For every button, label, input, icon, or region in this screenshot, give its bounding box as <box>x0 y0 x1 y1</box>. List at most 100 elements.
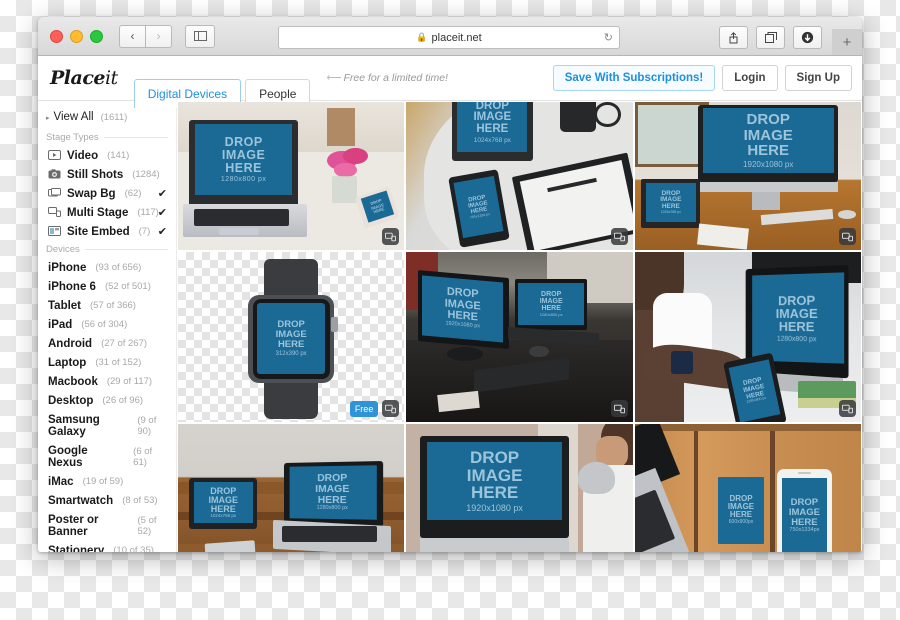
size-label: 1920x1080 px <box>466 502 523 513</box>
size-label: 1024x768 px <box>210 513 237 519</box>
browser-titlebar: ‹ › 🔒 placeit.net ↻ + <box>38 17 862 56</box>
show-tabs-button[interactable] <box>756 26 785 49</box>
sidebar-label: Samsung Galaxy <box>48 413 100 438</box>
sidebar-label: Poster or Banner <box>48 513 99 538</box>
scene-man-laptop-phone: DROP IMAGE HERE 1280x800 px DROP IMAGE H <box>634 252 861 422</box>
mockup-tile-imac-tablet-desk[interactable]: DROP IMAGE HERE 1920x1080 px DROP IMAGE … <box>634 102 861 250</box>
sidebar-count: (1284) <box>132 169 160 180</box>
sidebar-label: Still Shots <box>67 168 124 181</box>
page-header: Placeit Digital Devices People ⟵ Free fo… <box>38 56 862 108</box>
close-window-button[interactable] <box>50 29 63 43</box>
swap-bg-icon <box>48 188 61 199</box>
sidebar-item-video[interactable]: Video (141) <box>38 146 176 165</box>
sidebar-label: Stationery <box>48 544 105 553</box>
sidebar-label: iPad <box>48 318 73 331</box>
sidebar-item-site-embed[interactable]: Site Embed (7) ✔ <box>38 222 176 241</box>
sidebar-item-samsung-galaxy[interactable]: Samsung Galaxy (9 of 90) <box>38 410 176 441</box>
drop-line-3: HERE <box>476 123 509 136</box>
scene-card-iphone-wood: DROP IMAGE HERE 600x900px DROP IMAGE HER… <box>634 424 861 552</box>
scene-smartwatch: DROP IMAGE HERE 312x390 px <box>178 252 404 422</box>
sidebar-label: Android <box>48 337 93 350</box>
size-label: 1280x800 px <box>539 311 563 317</box>
share-button[interactable] <box>719 26 748 49</box>
multi-stage-badge-icon[interactable] <box>610 228 628 245</box>
sidebar-item-swap-bg[interactable]: Swap Bg (62) ✔ <box>38 184 176 203</box>
login-button[interactable]: Login <box>722 65 778 91</box>
mockup-tile-card-iphone-wood[interactable]: DROP IMAGE HERE 600x900px DROP IMAGE HER… <box>634 424 861 552</box>
category-tabs: Digital Devices People <box>133 56 315 108</box>
page-content: ▸ View All (1611) Stage Types Video (141… <box>38 101 862 552</box>
multi-stage-badge-icon[interactable] <box>610 400 628 417</box>
address-bar[interactable]: 🔒 placeit.net ↻ <box>278 26 620 49</box>
sidebar-item-still-shots[interactable]: Still Shots (1284) <box>38 165 176 184</box>
sidebar-item-google-nexus[interactable]: Google Nexus (6 of 61) <box>38 441 176 472</box>
sidebar-item-ipad[interactable]: iPad (56 of 304) <box>38 315 176 334</box>
filter-sidebar: ▸ View All (1611) Stage Types Video (141… <box>38 101 177 552</box>
sidebar-label: iPhone 6 <box>48 280 96 293</box>
multi-stage-badge-icon[interactable] <box>382 228 400 245</box>
forward-button[interactable]: › <box>146 24 172 48</box>
camera-icon <box>48 169 61 180</box>
minimize-window-button[interactable] <box>70 29 83 43</box>
sidebar-item-multi-stage[interactable]: Multi Stage (117) ✔ <box>38 203 176 222</box>
sidebar-label: iPhone <box>48 261 87 274</box>
sidebar-count: (57 of 366) <box>90 300 136 311</box>
scene-imac-tablet-desk: DROP IMAGE HERE 1920x1080 px DROP IMAGE … <box>634 102 861 250</box>
sidebar-item-poster-or-banner[interactable]: Poster or Banner (5 of 52) <box>38 510 176 541</box>
sidebar-toggle-button[interactable] <box>185 24 215 48</box>
multi-stage-badge-icon[interactable] <box>382 400 400 417</box>
sidebar-item-iphone[interactable]: iPhone (93 of 656) <box>38 258 176 277</box>
multi-stage-badge-icon[interactable] <box>838 400 856 417</box>
placeit-logo[interactable]: Placeit <box>50 67 118 89</box>
drop-line-3: HERE <box>791 516 818 528</box>
sidebar-item-smartwatch[interactable]: Smartwatch (8 of 53) <box>38 491 176 510</box>
sidebar-item-view-all[interactable]: ▸ View All (1611) <box>38 107 176 129</box>
multi-stage-badge-icon[interactable] <box>838 228 856 245</box>
size-label: 1280x800 px <box>220 176 267 184</box>
save-with-subscriptions-button[interactable]: Save With Subscriptions! <box>552 65 716 91</box>
sidebar-count: (5 of 52) <box>137 514 157 537</box>
size-label: 1024x768 px <box>473 137 511 145</box>
maximize-window-button[interactable] <box>90 29 103 43</box>
sidebar-item-macbook[interactable]: Macbook (29 of 117) <box>38 372 176 391</box>
mockup-tile-smartwatch[interactable]: DROP IMAGE HERE 312x390 px Free <box>178 252 405 422</box>
scene-macbook-flowers: DROP IMAGE HERE 1280x800 px DROP IMAGE H… <box>178 102 405 250</box>
mockup-tile-imac-woman[interactable]: DROP IMAGE HERE 1920x1080 px DROP <box>406 424 633 552</box>
tabs-icon <box>764 32 777 43</box>
mockup-tile-tablet-macbook-wood[interactable]: DROP IMAGE HERE 1024x768 px DROP IMAGE H… <box>178 424 405 552</box>
downloads-button[interactable] <box>793 26 822 49</box>
navigation-buttons: ‹ › <box>119 24 172 48</box>
logo-bold-text: Place <box>50 67 105 89</box>
sidebar-item-laptop[interactable]: Laptop (31 of 152) <box>38 353 176 372</box>
scene-imac-woman: DROP IMAGE HERE 1920x1080 px DROP <box>406 424 633 552</box>
size-label: 1920x1080 px <box>743 159 794 169</box>
drop-line-3: HERE <box>729 510 753 520</box>
check-icon: ✔ <box>157 207 167 219</box>
sidebar-label: Tablet <box>48 299 82 312</box>
mockup-tile-monitor-laptop-office[interactable]: DROP IMAGE HERE 1920x1080 px DROP IMAGE … <box>406 252 633 422</box>
sidebar-count: (141) <box>107 150 130 161</box>
sidebar-label: Site Embed <box>67 225 130 238</box>
reload-icon[interactable]: ↻ <box>604 31 613 44</box>
back-button[interactable]: ‹ <box>119 24 146 48</box>
sidebar-item-iphone-6[interactable]: iPhone 6 (52 of 501) <box>38 277 176 296</box>
drop-line-3: HERE <box>747 142 790 160</box>
sidebar-label: Smartwatch <box>48 494 114 507</box>
section-divider <box>84 249 168 250</box>
sidebar-count: (62) <box>124 188 142 199</box>
sidebar-item-desktop[interactable]: Desktop (26 of 96) <box>38 391 176 410</box>
size-label: 1280x800 px <box>776 335 817 344</box>
drop-line-3: HERE <box>470 483 519 503</box>
mockup-tile-macbook-flowers[interactable]: DROP IMAGE HERE 1280x800 px DROP IMAGE H… <box>178 102 405 250</box>
size-label: 312x390 px <box>275 350 307 357</box>
mockup-tile-tablet-phone-desk[interactable]: DROP IMAGE HERE 1024x768 px DROP IMAGE H… <box>406 102 633 250</box>
new-tab-button[interactable]: + <box>832 29 862 55</box>
sidebar-item-stationery[interactable]: Stationery (10 of 35) <box>38 541 176 553</box>
sidebar-item-imac[interactable]: iMac (19 of 59) <box>38 472 176 491</box>
sidebar-label: Laptop <box>48 356 87 369</box>
sidebar-item-tablet[interactable]: Tablet (57 of 366) <box>38 296 176 315</box>
signup-button[interactable]: Sign Up <box>784 65 852 91</box>
sidebar-item-android[interactable]: Android (27 of 267) <box>38 334 176 353</box>
sidebar-count: (52 of 501) <box>104 281 151 292</box>
mockup-tile-man-laptop-phone[interactable]: DROP IMAGE HERE 1280x800 px DROP IMAGE H <box>634 252 861 422</box>
